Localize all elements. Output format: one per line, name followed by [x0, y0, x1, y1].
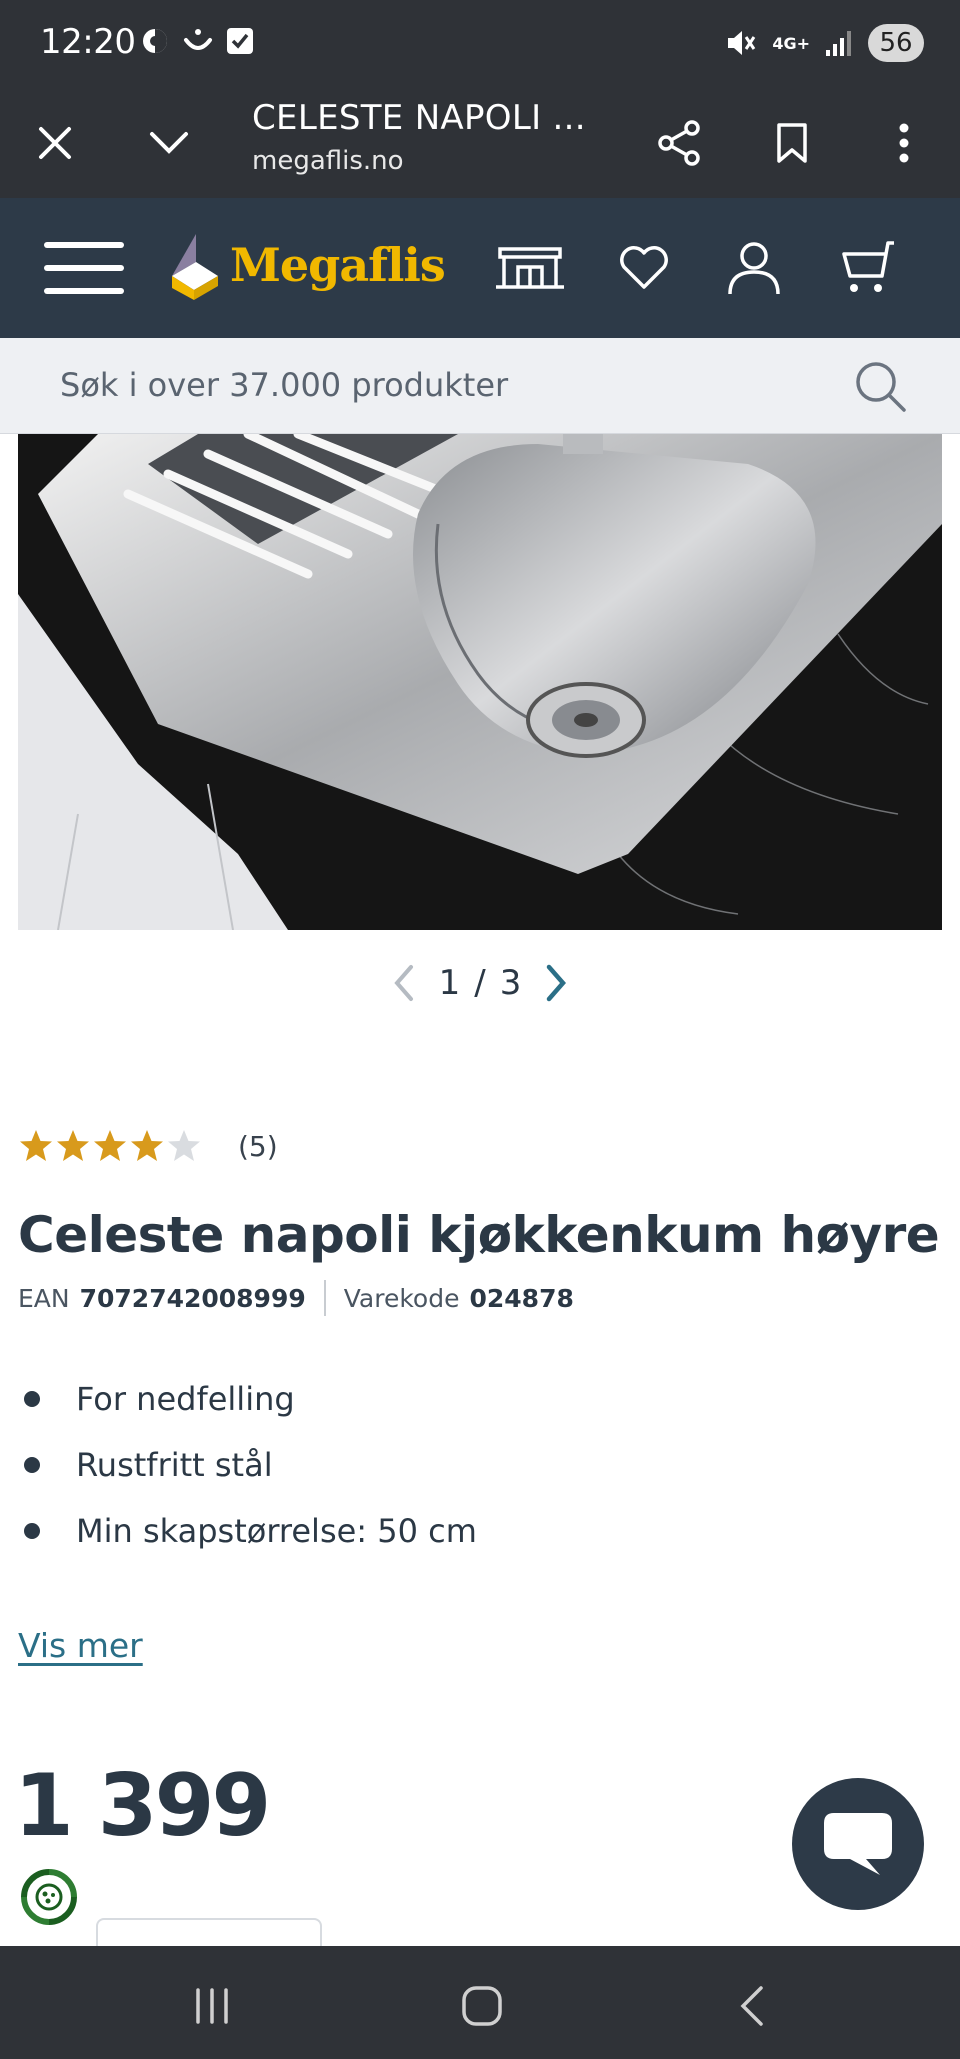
- item-code-value: 024878: [469, 1283, 574, 1313]
- product-title: Celeste napoli kjøkkenkum høyre: [18, 1206, 940, 1264]
- site-header: Megaflis: [0, 198, 960, 338]
- feature-text: Min skapstørrelse: 50 cm: [76, 1512, 477, 1550]
- page-url[interactable]: megaflis.no: [252, 146, 404, 176]
- bullet-icon: [24, 1523, 40, 1539]
- status-time: 12:20: [40, 22, 136, 62]
- ean-label: EAN: [18, 1283, 70, 1313]
- chevron-down-icon: [150, 132, 188, 154]
- minimize-tab-button[interactable]: [134, 108, 204, 178]
- ean-value: 7072742008999: [79, 1283, 306, 1313]
- mute-icon: [728, 31, 756, 55]
- pager-current: 1: [438, 963, 461, 1003]
- pager-total: 3: [499, 963, 522, 1003]
- close-tab-button[interactable]: [20, 108, 90, 178]
- item-code-label: Varekode: [343, 1283, 460, 1313]
- bookmark-icon: [777, 123, 807, 163]
- check-box-icon: [227, 28, 253, 54]
- image-pager: 1 / 3: [0, 958, 960, 1008]
- recent-apps-button[interactable]: [182, 1976, 242, 2036]
- next-image-button[interactable]: [541, 963, 571, 1003]
- status-system-icons: 4G+ 56: [724, 24, 924, 62]
- back-button[interactable]: [722, 1976, 782, 2036]
- smile-icon: [184, 29, 212, 50]
- search-input[interactable]: Søk i over 37.000 produkter: [60, 366, 508, 404]
- battery-indicator: 56: [868, 24, 924, 62]
- search-bar[interactable]: Søk i over 37.000 produkter: [0, 338, 960, 434]
- close-icon: [39, 127, 71, 159]
- feature-text: Rustfritt stål: [76, 1446, 273, 1484]
- network-type-label: 4G+: [772, 33, 810, 53]
- codes-divider: [323, 1280, 326, 1316]
- feature-item: Rustfritt stål: [18, 1432, 477, 1498]
- home-icon: [462, 1986, 502, 2026]
- heart-icon: [620, 246, 668, 289]
- home-button[interactable]: [452, 1976, 512, 2036]
- system-navigation-bar: [0, 1946, 960, 2059]
- recycle-icon: [21, 1869, 77, 1925]
- sink-photo: [18, 434, 942, 930]
- more-options-button[interactable]: [869, 108, 939, 178]
- product-image[interactable]: [18, 434, 942, 930]
- bullet-icon: [24, 1391, 40, 1407]
- pager-separator: /: [474, 963, 486, 1003]
- moon-face-icon: [143, 29, 167, 53]
- logo-mark-icon: [172, 234, 218, 300]
- share-icon: [658, 120, 700, 166]
- product-price: 1 399: [14, 1756, 271, 1856]
- more-vertical-icon: [899, 123, 909, 163]
- previous-image-button[interactable]: [389, 963, 419, 1003]
- browser-toolbar: CELESTE NAPOLI ... megaflis.no: [0, 88, 960, 198]
- menu-icon: [44, 242, 124, 294]
- account-button[interactable]: [722, 228, 786, 308]
- user-icon: [728, 242, 780, 295]
- chat-bubble-icon: [824, 1813, 892, 1875]
- back-icon: [740, 1986, 763, 2026]
- wishlist-button[interactable]: [612, 228, 676, 308]
- status-notification-icons: [140, 26, 254, 56]
- status-bar: 12:20 4G+ 56: [0, 0, 960, 88]
- site-logo[interactable]: Megaflis: [166, 228, 446, 308]
- feature-item: For nedfelling: [18, 1366, 477, 1432]
- cart-icon: [842, 241, 894, 292]
- recent-apps-icon: [196, 1988, 228, 2024]
- rating-stars-icon: [20, 1130, 200, 1161]
- share-button[interactable]: [645, 108, 715, 178]
- product-rating[interactable]: (5): [18, 1128, 278, 1164]
- rating-count[interactable]: (5): [238, 1130, 278, 1163]
- cart-button[interactable]: [834, 228, 904, 308]
- feature-text: For nedfelling: [76, 1380, 295, 1418]
- store-button[interactable]: [490, 228, 570, 308]
- logo-text: Megaflis: [230, 238, 446, 292]
- chat-button[interactable]: [792, 1778, 924, 1910]
- feature-list: For nedfelling Rustfritt stål Min skapst…: [18, 1366, 477, 1564]
- product-codes: EAN 7072742008999 Varekode 024878: [18, 1280, 574, 1316]
- show-more-link[interactable]: Vis mer: [18, 1626, 143, 1665]
- feature-item: Min skapstørrelse: 50 cm: [18, 1498, 477, 1564]
- bookmark-button[interactable]: [757, 108, 827, 178]
- store-icon: [496, 247, 564, 289]
- signal-icon: [826, 31, 851, 56]
- page-title: CELESTE NAPOLI ...: [252, 98, 586, 138]
- search-icon[interactable]: [852, 358, 908, 414]
- bullet-icon: [24, 1457, 40, 1473]
- menu-button[interactable]: [42, 228, 126, 308]
